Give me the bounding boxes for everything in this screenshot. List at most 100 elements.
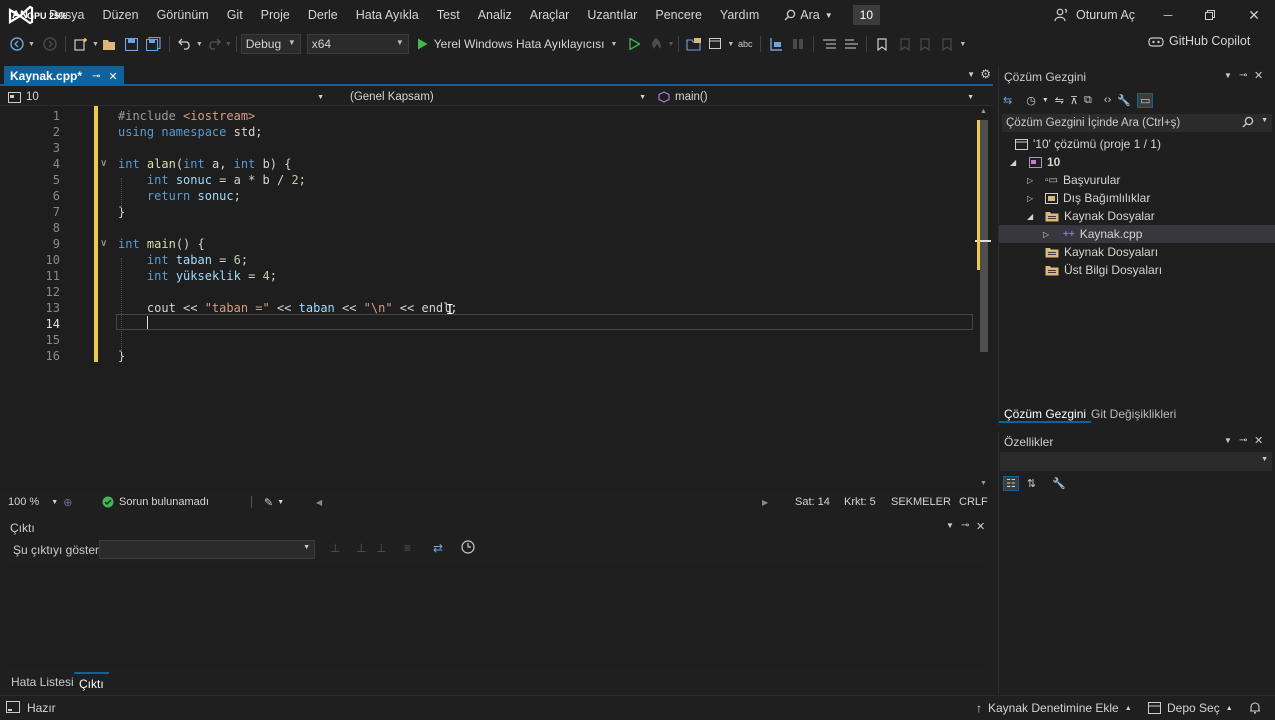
open-folder-icon[interactable] (99, 33, 121, 55)
switch-views-icon[interactable]: ⇆ (1003, 94, 1012, 107)
chevron-down-icon[interactable]: ▼ (225, 41, 232, 48)
indentation-indicator[interactable]: SEKMELER (891, 496, 951, 508)
chevron-down-icon[interactable]: ▼ (959, 41, 966, 48)
menu-item[interactable]: Pencere (646, 0, 711, 30)
clock-icon[interactable] (461, 540, 475, 554)
member-dropdown[interactable]: main() ▼ (658, 88, 974, 106)
line-indicator[interactable]: Sat: 14 (795, 496, 830, 508)
project-dropdown[interactable]: 10 ▼ (8, 88, 328, 106)
next-bookmark-icon[interactable] (915, 33, 937, 55)
chevron-down-icon[interactable]: ▼ (196, 41, 203, 48)
tree-item-kaynak-cpp[interactable]: ▷ ++ Kaynak.cpp (999, 225, 1275, 243)
solution-search-box[interactable]: Çözüm Gezgini İçinde Ara (Ctrl+ş) ▼ (1002, 114, 1272, 132)
properties-wrench-icon[interactable]: 🔧 (1117, 94, 1131, 107)
forward-navigate-icon[interactable] (39, 33, 61, 55)
pin-icon[interactable]: ⊸ (961, 520, 969, 531)
pending-changes-filter-icon[interactable]: ◷ (1026, 94, 1036, 107)
show-all-files-icon[interactable]: ⧉ (1084, 94, 1092, 107)
select-repository-button[interactable]: Depo Seç ▲ (1148, 701, 1233, 715)
pin-icon[interactable]: ⊸ (92, 71, 100, 82)
code-line[interactable]: 16} (0, 348, 975, 364)
collapse-chevron-icon[interactable]: ∨ (100, 238, 107, 249)
back-navigate-icon[interactable] (6, 33, 28, 55)
chevron-down-icon[interactable]: ▼ (1042, 97, 1049, 104)
menu-item[interactable]: Düzen (93, 0, 147, 30)
panel-options-chevron-icon[interactable]: ▼ (1224, 71, 1232, 80)
configuration-select[interactable]: Debug ▼ (240, 34, 301, 54)
browse-folder-icon[interactable] (683, 33, 705, 55)
tab-overflow-chevron-icon[interactable]: ▼ (967, 70, 975, 79)
sign-in-button[interactable]: Oturum Aç (1054, 0, 1135, 30)
window-layout-icon[interactable] (705, 33, 727, 55)
menu-item[interactable]: Uzantılar (578, 0, 646, 30)
code-line[interactable]: 6 return sonuc; (0, 188, 975, 204)
close-window-button[interactable]: ✕ (1232, 0, 1275, 30)
collapsed-triangle-icon[interactable]: ▷ (1027, 194, 1037, 203)
code-line[interactable]: 12 (0, 284, 975, 300)
scroll-up-arrow-icon[interactable]: ▲ (980, 108, 987, 115)
tab-solution-explorer[interactable]: Çözüm Gezgini (999, 405, 1092, 423)
settings-gear-icon[interactable]: ⚙ (980, 67, 991, 81)
code-line[interactable]: 11 int yükseklik = 4; (0, 268, 975, 284)
sync-with-document-icon[interactable]: ⇋ (1055, 94, 1064, 107)
tree-item-solution[interactable]: '10' çözümü (proje 1 / 1) (999, 135, 1275, 153)
code-line[interactable]: 10 int taban = 6; (0, 252, 975, 268)
tab-kaynak-cpp[interactable]: Kaynak.cpp* ⊸ ✕ (4, 66, 124, 86)
menu-item[interactable]: Git (218, 0, 252, 30)
clear-all-icon[interactable]: ≡ (404, 541, 411, 555)
pin-icon[interactable]: ⊸ (1239, 70, 1247, 81)
code-editor[interactable]: 1 #include <iostream> 2 using namespace std… (0, 106, 993, 492)
minimize-button[interactable]: ─ (1146, 0, 1190, 30)
clear-bookmarks-icon[interactable] (937, 33, 959, 55)
tree-item-external-dependencies[interactable]: ▷ Dış Bağımlılıklar (999, 189, 1275, 207)
collapsed-triangle-icon[interactable]: ▷ (1043, 230, 1053, 239)
step-over-icon[interactable] (787, 33, 809, 55)
panel-options-chevron-icon[interactable]: ▼ (946, 521, 954, 530)
panel-options-chevron-icon[interactable]: ▼ (1224, 436, 1232, 445)
property-pages-wrench-icon[interactable]: 🔧 (1052, 477, 1066, 490)
code-line[interactable]: 7} (0, 204, 975, 220)
tree-item-resource-files-folder[interactable]: Kaynak Dosyaları (999, 243, 1275, 261)
preview-selected-icon[interactable]: ▭ (1136, 92, 1154, 108)
collapse-chevron-icon[interactable]: ∨ (100, 158, 107, 169)
chevron-down-icon[interactable]: ▼ (667, 41, 674, 48)
code-line[interactable]: 15 (0, 332, 975, 348)
tree-item-header-files-folder[interactable]: Üst Bilgi Dosyaları (999, 261, 1275, 279)
previous-bookmark-icon[interactable] (893, 33, 915, 55)
menu-item[interactable]: Test (428, 0, 469, 30)
scroll-right-arrow-icon[interactable]: ▶ (762, 498, 768, 507)
code-line[interactable]: 8 (0, 220, 975, 236)
scroll-left-arrow-icon[interactable]: ◀ (316, 498, 322, 507)
start-debugging-button[interactable]: Yerel Windows Hata Ayıklayıcısı ▼ (417, 37, 617, 51)
menu-item[interactable]: Proje (252, 0, 299, 30)
tree-item-source-files-folder[interactable]: ◢ Kaynak Dosyalar (999, 207, 1275, 225)
close-icon[interactable]: ✕ (1254, 69, 1263, 82)
scroll-down-arrow-icon[interactable]: ▼ (980, 480, 987, 487)
vertical-scrollbar[interactable]: ▲ ▼ (975, 106, 991, 492)
zoom-select[interactable]: 100 % ▼ ⊕ (8, 496, 72, 509)
properties-object-select[interactable]: ▼ (1000, 452, 1272, 471)
code-line[interactable]: 1 #include <iostream> (0, 108, 975, 124)
menu-item[interactable]: Yardım (711, 0, 768, 30)
code-line[interactable]: 5 int sonuc = a * b / 2; (0, 172, 975, 188)
line-ending-indicator[interactable]: CRLF (959, 496, 988, 508)
start-without-debugging-icon[interactable] (623, 33, 645, 55)
output-source-select[interactable]: ▼ (99, 540, 315, 559)
chevron-down-icon[interactable]: ▼ (727, 41, 734, 48)
scope-dropdown[interactable]: (Genel Kapsam) ▼ (350, 88, 650, 106)
platform-select[interactable]: x64 ▼ (306, 34, 409, 54)
uncomment-lines-icon[interactable] (840, 33, 862, 55)
spell-check-icon[interactable]: abc (734, 33, 756, 55)
restore-button[interactable] (1188, 0, 1232, 30)
code-line[interactable]: 4 int alan(int a, int b) { (0, 156, 975, 172)
close-icon[interactable]: ✕ (1254, 434, 1263, 447)
notifications-bell-icon[interactable] (1249, 701, 1261, 714)
code-line[interactable]: 3 (0, 140, 975, 156)
hot-reload-icon[interactable] (645, 33, 667, 55)
menu-item[interactable]: Hata Ayıkla (347, 0, 428, 30)
view-code-icon[interactable]: ‹› (1104, 94, 1111, 106)
comment-lines-icon[interactable] (818, 33, 840, 55)
github-copilot-button[interactable]: GitHub Copilot (1148, 34, 1250, 48)
new-project-icon[interactable] (70, 33, 92, 55)
find-message-icon[interactable]: ⊥ (330, 541, 340, 555)
